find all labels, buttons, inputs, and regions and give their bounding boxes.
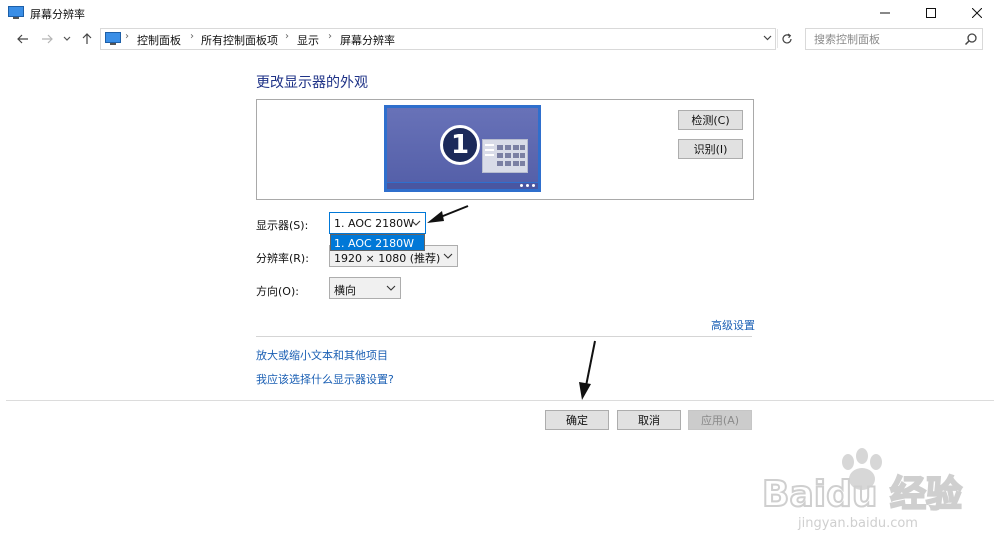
footer-divider <box>6 400 994 401</box>
chevron-down-icon <box>763 35 771 41</box>
address-bar[interactable]: › 控制面板 › 所有控制面板项 › 显示 › 屏幕分辨率 <box>100 28 776 50</box>
orientation-label: 方向(O): <box>256 285 299 298</box>
chevron-down-icon <box>443 253 453 259</box>
text-size-link[interactable]: 放大或缩小文本和其他项目 <box>256 347 388 363</box>
resolution-select-value: 1920 × 1080 (推荐) <box>334 252 441 265</box>
back-button[interactable] <box>14 30 32 48</box>
chevron-down-icon <box>63 36 71 41</box>
resolution-label: 分辨率(R): <box>256 252 309 265</box>
breadcrumb-chevron-icon: › <box>125 31 129 42</box>
watermark-brand: Baidu 经验 <box>762 474 962 515</box>
maximize-icon <box>926 8 936 18</box>
display-dropdown-option[interactable]: 1. AOC 2180W <box>330 234 425 251</box>
orientation-select[interactable]: 横向 <box>329 277 401 299</box>
control-panel-icon <box>105 32 121 45</box>
breadcrumb-chevron-icon: › <box>328 31 332 42</box>
apply-button[interactable]: 应用(A) <box>688 410 752 430</box>
display-preview-panel: 1 检测(C) 识别(I) <box>256 99 754 200</box>
search-box[interactable] <box>805 28 983 50</box>
chevron-down-icon <box>411 220 421 226</box>
up-button[interactable] <box>78 30 96 48</box>
detect-button[interactable]: 检测(C) <box>678 110 743 130</box>
breadcrumb-chevron-icon: › <box>190 31 194 42</box>
display-select[interactable]: 1. AOC 2180W <box>329 212 426 234</box>
breadcrumb-display[interactable]: 显示 <box>297 32 319 48</box>
monitor-number-badge: 1 <box>440 125 480 165</box>
identify-button[interactable]: 识别(I) <box>678 139 743 159</box>
search-input[interactable] <box>812 31 956 48</box>
breadcrumb-all-items[interactable]: 所有控制面板项 <box>201 32 278 48</box>
baidu-watermark-logo: Baidu 经验 <box>761 448 963 516</box>
maximize-button[interactable] <box>908 0 954 26</box>
monitor-taskbar <box>387 183 538 189</box>
watermark-url: jingyan.baidu.com <box>798 516 918 531</box>
breadcrumb-control-panel[interactable]: 控制面板 <box>137 32 181 48</box>
breadcrumb-chevron-icon: › <box>285 31 289 42</box>
monitor-dots-icon <box>520 184 535 187</box>
minimize-button[interactable] <box>862 0 908 26</box>
recent-locations-button[interactable] <box>61 30 73 48</box>
monitor-1-preview[interactable]: 1 <box>384 105 541 192</box>
which-settings-link[interactable]: 我应该选择什么显示器设置? <box>256 371 394 387</box>
annotation-arrow-icon <box>427 205 469 223</box>
close-icon <box>972 8 982 18</box>
title-bar[interactable]: 屏幕分辨率 <box>0 0 1000 26</box>
page-title: 更改显示器的外观 <box>256 75 368 91</box>
display-select-value: 1. AOC 2180W <box>334 217 415 230</box>
chevron-down-icon <box>386 285 396 291</box>
address-history-button[interactable] <box>760 30 774 46</box>
divider <box>256 336 752 337</box>
refresh-button[interactable] <box>777 29 796 48</box>
desktop-grid-icon <box>482 139 528 173</box>
breadcrumb-screen-resolution[interactable]: 屏幕分辨率 <box>340 32 395 48</box>
cancel-button[interactable]: 取消 <box>617 410 681 430</box>
forward-arrow-icon <box>42 34 53 44</box>
minimize-icon <box>880 12 890 14</box>
orientation-select-value: 横向 <box>334 284 356 297</box>
advanced-settings-link[interactable]: 高级设置 <box>711 317 755 333</box>
annotation-arrow-icon <box>579 340 596 400</box>
up-arrow-icon <box>82 33 92 44</box>
back-arrow-icon <box>17 34 28 44</box>
refresh-icon <box>782 33 792 43</box>
ok-button[interactable]: 确定 <box>545 410 609 430</box>
display-app-icon <box>8 6 24 19</box>
close-button[interactable] <box>954 0 1000 26</box>
display-label: 显示器(S): <box>256 219 309 232</box>
screen-resolution-window: 屏幕分辨率 › 控制面板 › 所有控制面板项 › 显示 › 屏幕分辨率 搜索控制… <box>0 0 1000 559</box>
search-icon[interactable] <box>964 32 978 46</box>
forward-button[interactable] <box>38 30 56 48</box>
display-option-label: 1. AOC 2180W <box>334 237 415 250</box>
window-title: 屏幕分辨率 <box>30 8 85 21</box>
